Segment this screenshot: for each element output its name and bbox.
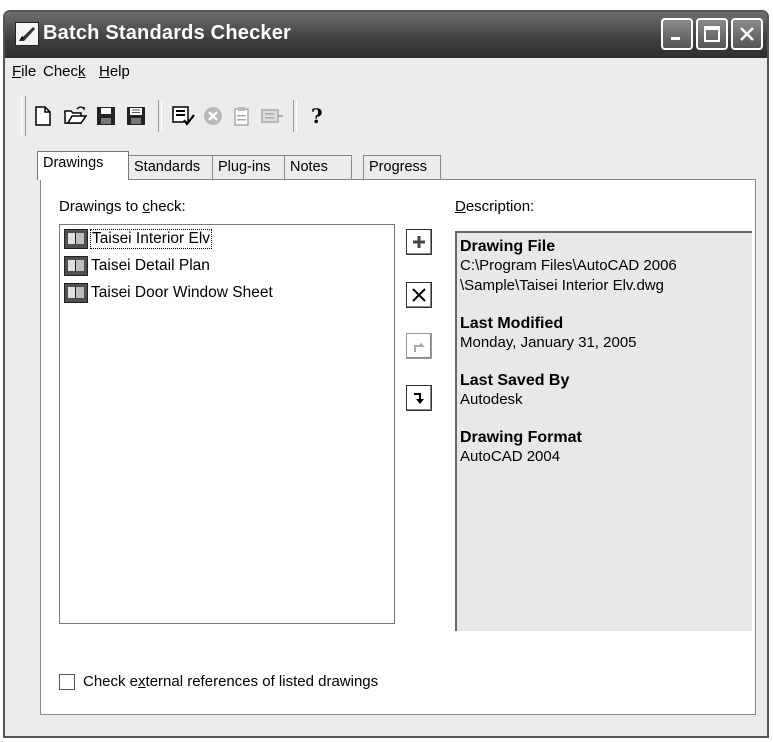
drawings-to-check-label: Drawings to check: — [59, 198, 186, 215]
drawings-panel: Drawings to check: Taisei Interior Elv T… — [40, 179, 756, 715]
drawing-file-path: C:\Program Files\AutoCAD 2006 — [460, 257, 677, 274]
last-modified-value: Monday, January 31, 2005 — [460, 334, 637, 351]
stop-icon[interactable] — [201, 104, 225, 128]
last-saved-value: Autodesk — [460, 391, 523, 408]
last-modified-heading: Last Modified — [460, 315, 564, 332]
title-bar[interactable]: Batch Standards Checker — [5, 12, 767, 58]
new-icon[interactable] — [31, 104, 55, 128]
xref-checkbox[interactable] — [59, 673, 75, 690]
check-icon[interactable] — [171, 104, 195, 128]
window-title: Batch Standards Checker — [43, 22, 292, 44]
add-drawing-button[interactable] — [406, 229, 432, 255]
toolbar-separator — [158, 100, 162, 132]
open-icon[interactable] — [63, 104, 87, 128]
tab-notes[interactable]: Notes — [284, 155, 352, 179]
save-as-icon[interactable] — [124, 104, 148, 128]
drawing-file-heading: Drawing File — [460, 238, 556, 255]
remove-drawing-button[interactable] — [406, 282, 432, 308]
tab-plug-ins[interactable]: Plug-ins — [212, 155, 285, 179]
menu-bar: File Check Help — [5, 58, 767, 86]
move-down-button[interactable] — [406, 385, 432, 411]
menu-file[interactable]: File — [12, 63, 36, 80]
drawing-format-value: AutoCAD 2004 — [460, 448, 561, 465]
list-item[interactable]: Taisei Interior Elv — [64, 227, 213, 251]
description-label: Description: — [455, 198, 535, 215]
export-report-icon[interactable] — [260, 104, 284, 128]
drawing-file-icon — [64, 283, 88, 303]
maximize-button[interactable] — [696, 18, 728, 50]
drawings-list[interactable]: Taisei Interior Elv Taisei Detail Plan T… — [59, 224, 395, 624]
drawing-file-path-cont: \Sample\Taisei Interior Elv.dwg — [460, 277, 664, 294]
list-item[interactable]: Taisei Detail Plan — [64, 254, 210, 278]
batch-standards-checker-window: Batch Standards Checker File Check Help — [3, 10, 769, 738]
menu-help[interactable]: Help — [99, 63, 130, 80]
minimize-button[interactable] — [661, 18, 693, 50]
toolbar-grip[interactable] — [21, 96, 26, 136]
last-saved-heading: Last Saved By — [460, 372, 570, 389]
save-icon[interactable] — [94, 104, 118, 128]
app-icon[interactable] — [15, 22, 39, 46]
toolbar: ? — [21, 92, 767, 140]
tab-drawings[interactable]: Drawings — [37, 151, 129, 180]
xref-checkbox-row[interactable]: Check external references of listed draw… — [59, 673, 378, 690]
copy-report-icon[interactable] — [230, 104, 254, 128]
move-up-button[interactable] — [406, 333, 432, 359]
toolbar-separator — [293, 100, 297, 132]
list-item[interactable]: Taisei Door Window Sheet — [64, 281, 273, 305]
tab-progress[interactable]: Progress — [363, 155, 441, 179]
close-button[interactable] — [731, 18, 763, 50]
help-icon[interactable]: ? — [305, 104, 329, 128]
xref-checkbox-label: Check external references of listed draw… — [83, 673, 379, 690]
tab-standards[interactable]: Standards — [128, 155, 213, 179]
menu-check[interactable]: Check — [43, 63, 86, 80]
svg-text:?: ? — [311, 104, 323, 128]
drawing-file-icon — [64, 256, 88, 276]
drawing-file-icon — [64, 229, 88, 249]
drawing-format-heading: Drawing Format — [460, 429, 582, 446]
description-box: Drawing File C:\Program Files\AutoCAD 20… — [455, 231, 752, 631]
